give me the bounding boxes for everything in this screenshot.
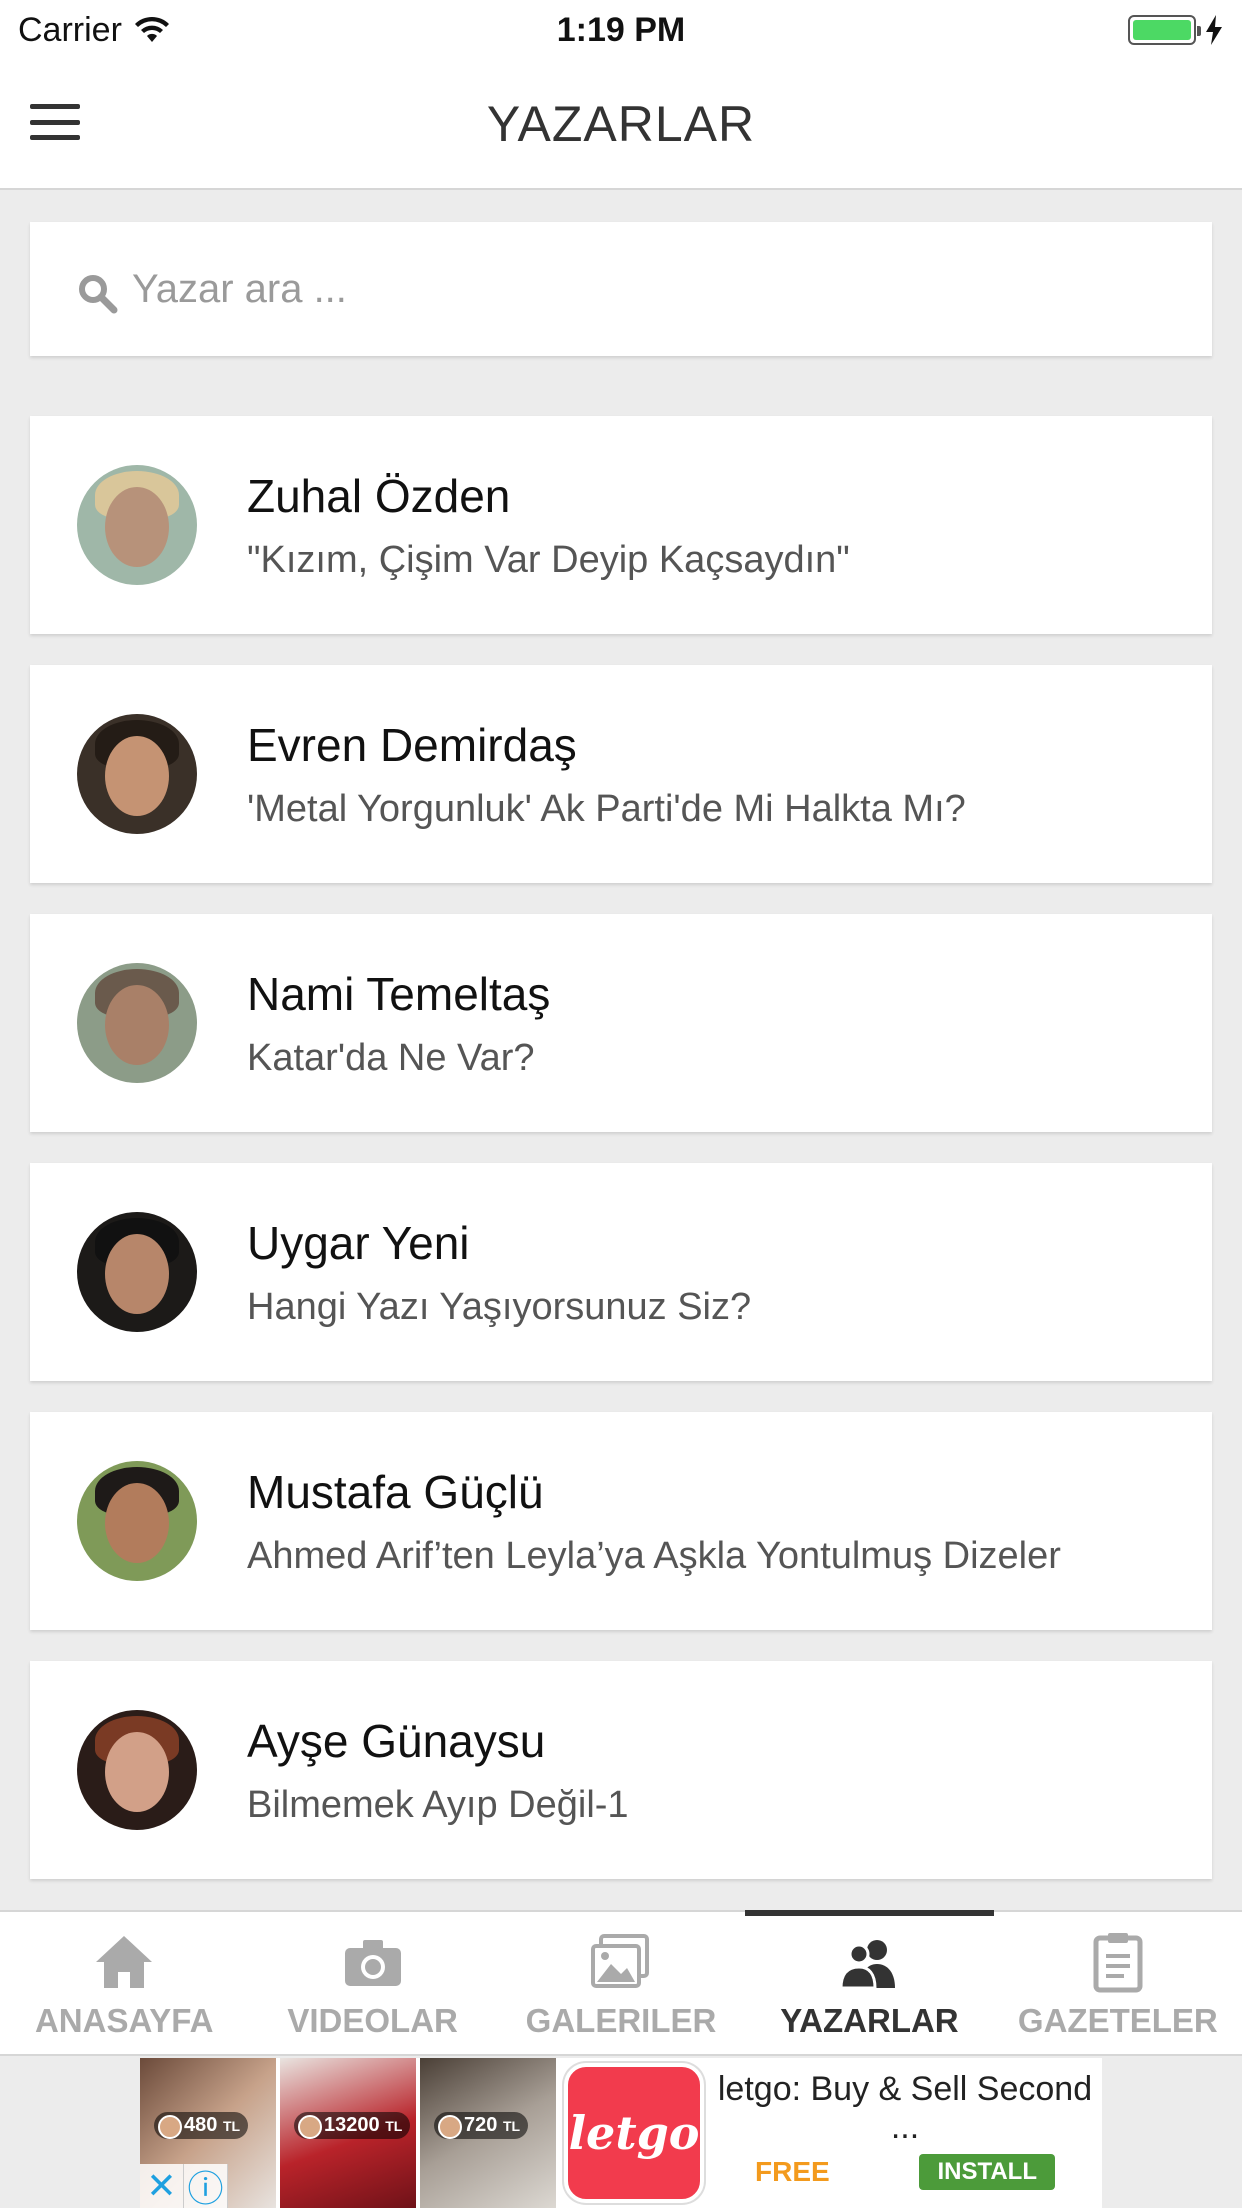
tab-yazarlar[interactable]: YAZARLAR <box>745 1910 995 2054</box>
tab-label: GALERILER <box>525 2002 717 2039</box>
author-name: Evren Demirdaş <box>247 718 577 771</box>
tab-videolar[interactable]: VIDEOLAR <box>248 1912 496 2054</box>
ad-photo-console: 720 TL <box>420 2058 556 2208</box>
ad-banner[interactable]: 480 TL 13200 TL 720 TL letgo letgo: Buy … <box>140 2058 1102 2208</box>
ad-text: letgo: Buy & Sell Second ... FREE INSTAL… <box>708 2058 1102 2208</box>
carrier-label: Carrier <box>18 10 122 49</box>
avatar <box>77 1212 197 1332</box>
wifi-icon <box>134 16 169 42</box>
tab-anasayfa[interactable]: ANASAYFA <box>0 1912 248 2054</box>
hamburger-menu-icon[interactable] <box>30 104 80 140</box>
author-name: Mustafa Güçlü <box>247 1465 544 1518</box>
tab-label: VIDEOLAR <box>287 2002 458 2039</box>
camera-icon <box>344 1940 401 1986</box>
author-article-title: Katar'da Ne Var? <box>247 1036 535 1079</box>
author-article-title: "Kızım, Çişim Var Deyip Kaçsaydın" <box>247 538 850 581</box>
info-icon[interactable]: ⓘ <box>184 2164 228 2208</box>
status-right <box>1128 15 1224 45</box>
ad-title: letgo: Buy & Sell Second ... <box>717 2070 1093 2146</box>
tab-bar: ANASAYFA VIDEOLAR GALERILER YAZARLAR GAZ… <box>0 1910 1242 2056</box>
tab-label: YAZARLAR <box>780 2002 959 2039</box>
ad-price-label: 720 TL <box>434 2112 529 2139</box>
ad-price-free: FREE <box>755 2156 830 2187</box>
author-name: Nami Temeltaş <box>247 967 551 1020</box>
tab-galeriler[interactable]: GALERILER <box>497 1912 745 2054</box>
author-card[interactable]: Evren Demirdaş 'Metal Yorgunluk' Ak Part… <box>30 665 1212 883</box>
ad-controls: ✕ ⓘ <box>140 2164 228 2208</box>
letgo-logo: letgo <box>564 2063 704 2203</box>
author-article-title: Bilmemek Ayıp Değil-1 <box>247 1783 629 1826</box>
home-icon <box>96 1936 153 1988</box>
author-name: Zuhal Özden <box>247 469 511 522</box>
close-icon[interactable]: ✕ <box>140 2164 184 2208</box>
page-title: YAZARLAR <box>486 96 756 152</box>
avatar <box>77 465 197 585</box>
status-time: 1:19 PM <box>556 10 686 49</box>
nav-bar: YAZARLAR <box>0 60 1242 190</box>
gallery-icon <box>591 1934 650 1988</box>
avatar <box>77 1710 197 1830</box>
ad-photo-car: 13200 TL <box>280 2058 416 2208</box>
status-bar: Carrier 1:19 PM <box>0 0 1242 60</box>
users-icon <box>839 1940 896 1990</box>
author-card[interactable]: Nami Temeltaş Katar'da Ne Var? <box>30 914 1212 1132</box>
author-card[interactable]: Mustafa Güçlü Ahmed Arif’ten Leyla’ya Aş… <box>30 1412 1212 1630</box>
avatar <box>77 714 197 834</box>
charging-bolt-icon <box>1206 15 1222 45</box>
author-list: Zuhal Özden "Kızım, Çişim Var Deyip Kaçs… <box>30 416 1212 1910</box>
author-name: Ayşe Günaysu <box>247 1714 546 1767</box>
install-button[interactable]: INSTALL <box>919 2154 1055 2190</box>
author-article-title: Hangi Yazı Yaşıyorsunuz Siz? <box>247 1285 752 1328</box>
battery-icon <box>1128 15 1201 45</box>
ad-price-label: 480 TL <box>154 2112 249 2139</box>
status-left: Carrier <box>18 11 170 50</box>
tab-label: ANASAYFA <box>34 2002 214 2039</box>
author-article-title: Ahmed Arif’ten Leyla’ya Aşkla Yontulmuş … <box>247 1534 1061 1577</box>
tab-label: GAZETELER <box>1017 2002 1218 2039</box>
author-card[interactable]: Zuhal Özden "Kızım, Çişim Var Deyip Kaçs… <box>30 416 1212 634</box>
tab-gazeteler[interactable]: GAZETELER <box>994 1912 1242 2054</box>
avatar <box>77 1461 197 1581</box>
search-icon <box>79 275 118 314</box>
clipboard-icon <box>1093 1933 1143 1993</box>
author-card[interactable]: Ayşe Günaysu Bilmemek Ayıp Değil-1 <box>30 1661 1212 1879</box>
author-article-title: 'Metal Yorgunluk' Ak Parti'de Mi Halkta … <box>247 787 966 830</box>
avatar <box>77 963 197 1083</box>
search-box[interactable] <box>30 222 1212 356</box>
search-input[interactable] <box>132 266 1032 312</box>
author-card[interactable]: Uygar Yeni Hangi Yazı Yaşıyorsunuz Siz? <box>30 1163 1212 1381</box>
ad-price-label: 13200 TL <box>294 2112 411 2139</box>
author-name: Uygar Yeni <box>247 1216 470 1269</box>
